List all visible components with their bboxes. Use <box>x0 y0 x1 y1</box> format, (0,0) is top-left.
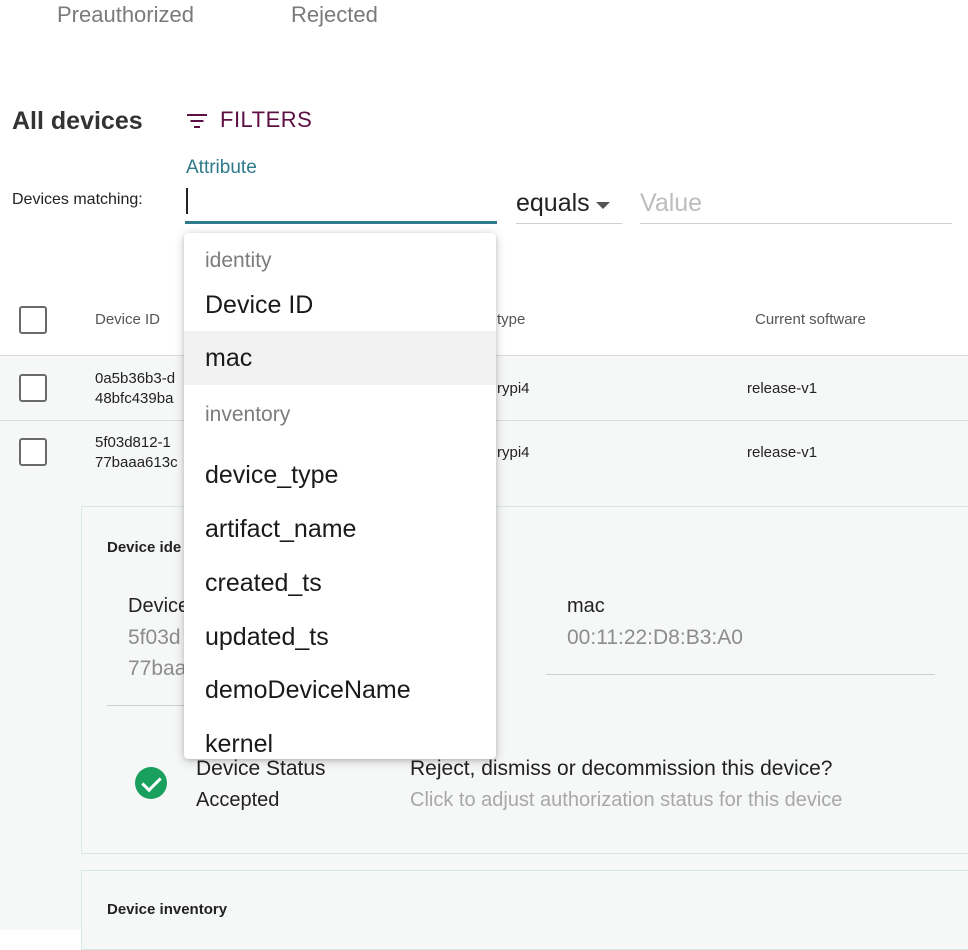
devices-matching-label: Devices matching: <box>12 191 143 208</box>
operator-value: equals <box>516 189 590 217</box>
divider <box>546 674 935 675</box>
filters-label: FILTERS <box>220 107 313 132</box>
attribute-dropdown-menu: identity Device ID mac inventory device_… <box>184 233 496 759</box>
device-identity-title: Device ide <box>107 539 182 556</box>
text-cursor <box>186 188 188 214</box>
software-cell: release-v1 <box>747 444 818 461</box>
column-header-current-software[interactable]: Current software <box>755 311 866 328</box>
device-type-cell: rypi4 <box>497 444 530 461</box>
row-checkbox[interactable] <box>19 438 47 466</box>
device-status-value: Accepted <box>196 789 280 811</box>
mac-field-value: 00:11:22:D8:B3:A0 <box>567 626 743 649</box>
dropdown-option-artifact-name[interactable]: artifact_name <box>184 502 496 556</box>
dropdown-option-device-type[interactable]: device_type <box>184 448 496 502</box>
device-id-cell: 0a5b36b3-d 48bfc439ba <box>95 370 176 407</box>
tab-rejected[interactable]: Rejected <box>291 2 378 28</box>
select-all-checkbox[interactable] <box>19 306 47 334</box>
check-circle-icon <box>135 767 167 799</box>
column-header-type[interactable]: type <box>497 311 525 328</box>
device-id-cell: 5f03d812-1 77baaa613c <box>95 434 178 471</box>
dropdown-option-kernel[interactable]: kernel <box>184 717 496 759</box>
device-id-field-label: Device <box>128 595 190 617</box>
attribute-label: Attribute <box>186 157 257 178</box>
filter-icon <box>186 111 208 129</box>
dropdown-option-mac[interactable]: mac <box>184 331 496 385</box>
mac-field-label: mac <box>567 595 605 617</box>
device-type-cell: rypi4 <box>497 380 530 397</box>
software-cell: release-v1 <box>747 380 818 397</box>
tab-preauthorized[interactable]: Preauthorized <box>57 2 194 28</box>
row-checkbox[interactable] <box>19 374 47 402</box>
value-input[interactable] <box>640 184 952 224</box>
dropdown-group-inventory: inventory <box>205 403 291 426</box>
reject-device-hint[interactable]: Click to adjust authorization status for… <box>410 789 842 812</box>
device-id-field-value: 5f03d 77baa <box>128 626 187 680</box>
page-title: All devices <box>12 107 143 135</box>
device-inventory-title: Device inventory <box>107 901 228 918</box>
operator-select[interactable]: equals <box>516 184 622 224</box>
dropdown-option-created-ts[interactable]: created_ts <box>184 556 496 610</box>
device-status-label: Device Status <box>196 757 326 780</box>
dropdown-group-identity: identity <box>205 249 272 272</box>
column-header-device-id[interactable]: Device ID <box>95 311 160 328</box>
filters-button[interactable]: FILTERS <box>186 107 312 133</box>
dropdown-option-device-id[interactable]: Device ID <box>184 278 496 332</box>
caret-down-icon <box>595 201 610 209</box>
reject-device-link[interactable]: Reject, dismiss or decommission this dev… <box>410 757 832 781</box>
attribute-input[interactable] <box>185 184 497 224</box>
dropdown-option-demo-device-name[interactable]: demoDeviceName <box>184 663 496 717</box>
dropdown-option-updated-ts[interactable]: updated_ts <box>184 610 496 664</box>
